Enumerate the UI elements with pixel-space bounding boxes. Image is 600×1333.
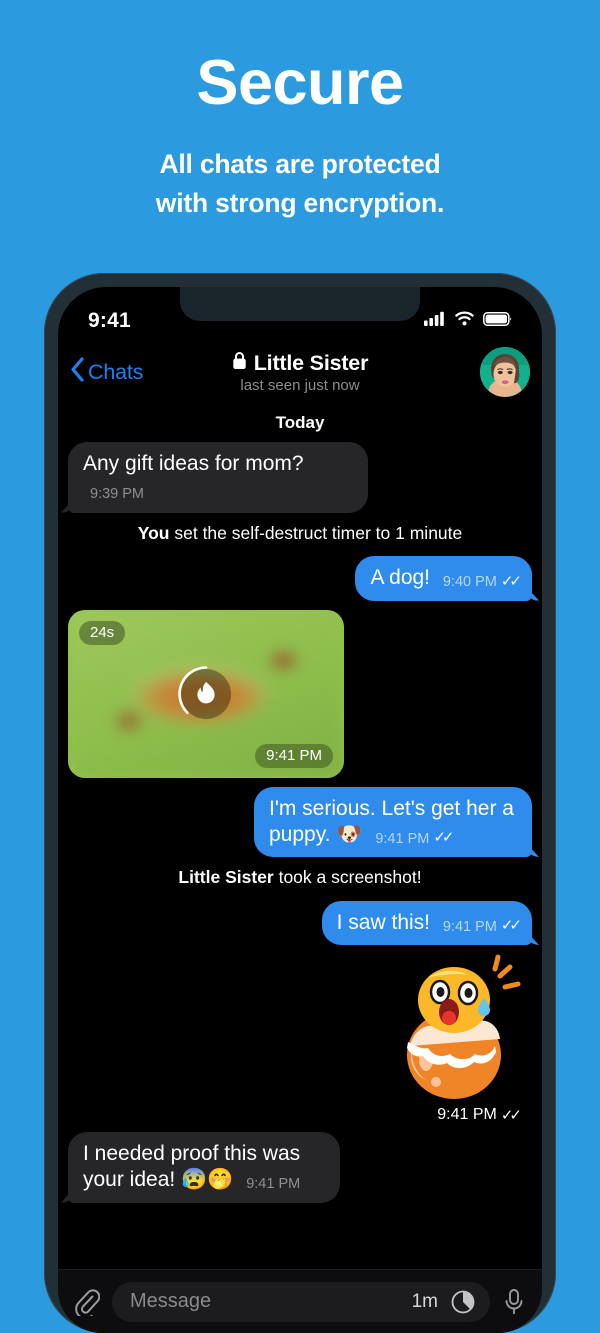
chevron-left-icon	[70, 357, 85, 387]
paperclip-icon[interactable]	[74, 1288, 100, 1316]
message-meta: 9:39 PM	[90, 485, 144, 503]
phone-mockup: 9:41 Chats Little Sister last seen just …	[44, 273, 556, 1333]
back-to-chats-button[interactable]: Chats	[70, 357, 143, 387]
message-meta: 9:41 PM ✓✓	[442, 917, 522, 936]
wifi-icon	[455, 311, 474, 331]
message-bubble-outgoing[interactable]: I saw this! 9:41 PM ✓✓	[321, 900, 532, 945]
message-input-bar: Message 1m	[58, 1269, 542, 1333]
message-text: A dog!	[370, 566, 431, 590]
cellular-signal-icon	[424, 311, 446, 331]
avatar[interactable]	[480, 347, 530, 397]
self-destruct-countdown-badge: 24s	[79, 620, 126, 645]
message-bubble-incoming[interactable]: I needed proof this was your idea! 😰🤭 9:…	[68, 1132, 340, 1203]
read-receipt-icon: ✓✓	[500, 917, 522, 935]
service-message-text: took a screenshot!	[273, 867, 422, 887]
service-message-text: set the self-destruct timer to 1 minute	[169, 522, 463, 543]
promo-header: Secure All chats are protected with stro…	[0, 0, 600, 223]
lock-icon	[232, 351, 247, 376]
battery-icon	[483, 311, 512, 331]
message-row: I needed proof this was your idea! 😰🤭 9:…	[68, 1132, 532, 1203]
message-bubble-outgoing[interactable]: I'm serious. Let's get her a puppy. 🐶 9:…	[254, 786, 532, 857]
message-input-field[interactable]: Message 1m	[112, 1281, 490, 1322]
status-time: 9:41	[88, 309, 131, 332]
service-message: You set the self-destruct timer to 1 min…	[68, 522, 532, 545]
day-divider: Today	[275, 413, 325, 432]
message-time: 9:41 PM	[255, 743, 333, 768]
status-bar: 9:41	[58, 287, 542, 343]
phone-screen: 9:41 Chats Little Sister last seen just …	[58, 287, 542, 1333]
service-message: Little Sister took a screenshot!	[68, 866, 532, 889]
self-destruct-photo-bubble[interactable]: 24s 9:41 PM	[68, 609, 344, 778]
read-receipt-icon: ✓✓	[500, 572, 522, 590]
flame-icon	[173, 661, 239, 727]
message-time: 9:39 PM	[90, 486, 144, 503]
self-destruct-timer-label: 1m	[411, 1290, 438, 1312]
promo-subtitle: All chats are protected with strong encr…	[0, 145, 600, 223]
message-meta: 9:40 PM ✓✓	[442, 572, 522, 592]
message-time: 9:41 PM	[375, 830, 430, 847]
shocked-egg-sticker[interactable]	[382, 954, 532, 1104]
message-row: 24s 9:41 PM	[68, 609, 532, 778]
message-meta: 9:41 PM ✓✓	[375, 829, 454, 848]
promo-subtitle-line2: with strong encryption.	[155, 187, 445, 218]
message-time: 9:40 PM	[442, 574, 497, 591]
message-meta: 9:41 PM	[246, 1175, 300, 1193]
page-title: Secure	[196, 48, 404, 118]
message-time: 9:41 PM	[437, 1106, 497, 1123]
message-row: I saw this! 9:41 PM ✓✓	[68, 900, 532, 945]
chat-header: Chats Little Sister last seen just now	[58, 343, 542, 401]
read-receipt-icon: ✓✓	[433, 829, 454, 847]
message-text: I saw this!	[336, 910, 431, 934]
message-list[interactable]: Today Any gift ideas for mom? 9:39 PM Yo…	[58, 401, 542, 1269]
read-receipt-icon: ✓✓	[500, 1107, 522, 1124]
message-bubble-outgoing[interactable]: A dog! 9:40 PM ✓✓	[355, 556, 532, 601]
service-message-actor: Little Sister	[178, 867, 274, 887]
message-time: 9:41 PM	[246, 1176, 301, 1193]
message-row: Any gift ideas for mom? 9:39 PM	[68, 442, 532, 513]
service-message-actor: You	[137, 522, 170, 543]
message-bubble-incoming[interactable]: Any gift ideas for mom? 9:39 PM	[68, 442, 368, 513]
message-text: Any gift ideas for mom?	[83, 452, 304, 475]
message-meta: 9:41 PM ✓✓	[437, 1106, 522, 1124]
microphone-icon[interactable]	[502, 1288, 526, 1316]
message-time: 9:41 PM	[442, 918, 497, 935]
back-button-label: Chats	[88, 359, 144, 384]
promo-subtitle-line1: All chats are protected	[159, 149, 441, 179]
message-input-placeholder: Message	[130, 1290, 212, 1312]
self-destruct-timer-icon[interactable]	[450, 1289, 476, 1315]
status-icons	[424, 311, 512, 331]
chat-title: Little Sister	[253, 350, 369, 375]
chat-title-row: Little Sister	[232, 350, 369, 376]
message-row: A dog! 9:40 PM ✓✓	[68, 556, 532, 601]
message-row: I'm serious. Let's get her a puppy. 🐶 9:…	[68, 786, 532, 857]
message-row: 9:41 PM ✓✓	[68, 954, 532, 1124]
